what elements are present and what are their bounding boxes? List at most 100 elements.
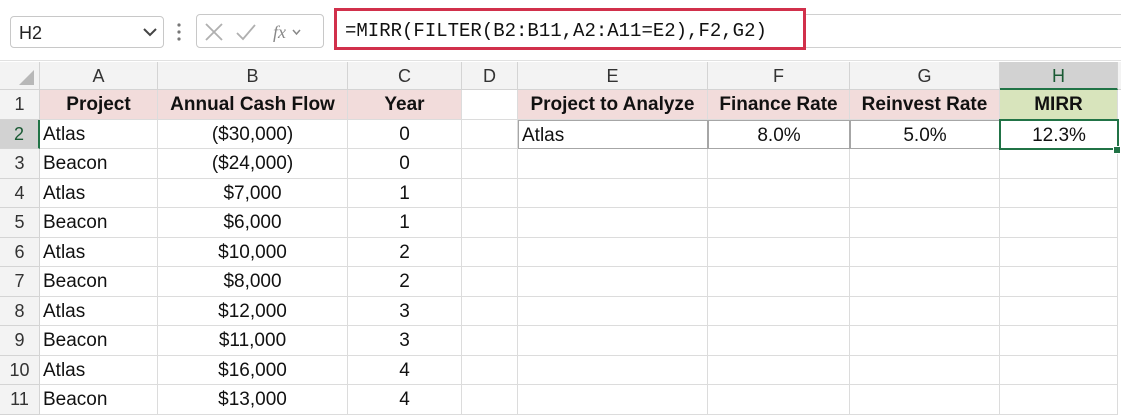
column-header-d[interactable]: D [462,62,518,90]
cell-h11[interactable] [1000,385,1118,415]
cell-a2[interactable]: Atlas [40,119,158,149]
fill-handle[interactable] [1113,146,1121,154]
cell-h6[interactable] [1000,237,1118,267]
cell-b10[interactable]: $16,000 [158,355,348,385]
cell-a8[interactable]: Atlas [40,296,158,326]
cell-a7[interactable]: Beacon [40,267,158,297]
cell-e4[interactable] [518,178,708,208]
cell-f4[interactable] [708,178,850,208]
cell-b6[interactable]: $10,000 [158,237,348,267]
insert-function-icon[interactable]: fx [271,22,301,42]
cell-b3[interactable]: ($24,000) [158,149,348,179]
cell-g9[interactable] [850,326,1000,356]
cell-c8[interactable]: 3 [348,296,462,326]
cell-c7[interactable]: 2 [348,267,462,297]
row-header-9[interactable]: 9 [0,326,40,356]
cell-d5[interactable] [462,208,518,238]
cell-b11[interactable]: $13,000 [158,385,348,415]
cell-h9[interactable] [1000,326,1118,356]
cell-f9[interactable] [708,326,850,356]
cell-c2[interactable]: 0 [348,119,462,149]
cell-d6[interactable] [462,237,518,267]
cell-g4[interactable] [850,178,1000,208]
cell-g2[interactable]: 5.0% [850,119,1000,149]
row-header-3[interactable]: 3 [0,149,40,179]
cell-h5[interactable] [1000,208,1118,238]
cell-b2[interactable]: ($30,000) [158,119,348,149]
cell-a9[interactable]: Beacon [40,326,158,356]
cell-e9[interactable] [518,326,708,356]
cell-e10[interactable] [518,355,708,385]
select-all-corner[interactable] [0,62,40,90]
cell-a5[interactable]: Beacon [40,208,158,238]
cell-h7[interactable] [1000,267,1118,297]
row-header-4[interactable]: 4 [0,178,40,208]
formula-input[interactable]: =MIRR(FILTER(B2:B11,A2:A11=E2),F2,G2) [334,8,806,50]
cell-e7[interactable] [518,267,708,297]
row-header-10[interactable]: 10 [0,355,40,385]
cell-g8[interactable] [850,296,1000,326]
cell-h3[interactable] [1000,149,1118,179]
cell-a10[interactable]: Atlas [40,355,158,385]
chevron-down-icon[interactable] [141,22,159,42]
row-header-8[interactable]: 8 [0,296,40,326]
cell-d2[interactable] [462,119,518,149]
cell-d9[interactable] [462,326,518,356]
cell-b1[interactable]: Annual Cash Flow [158,90,348,120]
cell-d8[interactable] [462,296,518,326]
column-header-a[interactable]: A [40,62,158,90]
column-header-g[interactable]: G [850,62,1000,90]
cell-f11[interactable] [708,385,850,415]
row-header-11[interactable]: 11 [0,385,40,415]
cell-g3[interactable] [850,149,1000,179]
cell-e3[interactable] [518,149,708,179]
column-header-f[interactable]: F [708,62,850,90]
cell-b5[interactable]: $6,000 [158,208,348,238]
cell-d3[interactable] [462,149,518,179]
cell-g7[interactable] [850,267,1000,297]
cell-b7[interactable]: $8,000 [158,267,348,297]
enter-check-icon[interactable] [235,22,257,42]
cell-f7[interactable] [708,267,850,297]
cell-e5[interactable] [518,208,708,238]
cell-c11[interactable]: 4 [348,385,462,415]
cell-c6[interactable]: 2 [348,237,462,267]
cell-c3[interactable]: 0 [348,149,462,179]
cell-f8[interactable] [708,296,850,326]
cell-g1[interactable]: Reinvest Rate [850,90,1000,120]
name-box[interactable]: H2 [10,16,164,48]
row-header-1[interactable]: 1 [0,90,40,120]
cell-h1[interactable]: MIRR [1000,90,1118,120]
cell-d11[interactable] [462,385,518,415]
row-header-6[interactable]: 6 [0,237,40,267]
cell-c10[interactable]: 4 [348,355,462,385]
cell-c9[interactable]: 3 [348,326,462,356]
column-header-e[interactable]: E [518,62,708,90]
cell-b8[interactable]: $12,000 [158,296,348,326]
cell-g5[interactable] [850,208,1000,238]
row-header-5[interactable]: 5 [0,208,40,238]
cell-c5[interactable]: 1 [348,208,462,238]
cell-d7[interactable] [462,267,518,297]
cell-c1[interactable]: Year [348,90,462,120]
cell-a1[interactable]: Project [40,90,158,120]
cell-e8[interactable] [518,296,708,326]
cell-f6[interactable] [708,237,850,267]
more-options-icon[interactable] [176,20,182,44]
cell-b4[interactable]: $7,000 [158,178,348,208]
cell-a4[interactable]: Atlas [40,178,158,208]
cell-e6[interactable] [518,237,708,267]
cell-g10[interactable] [850,355,1000,385]
cell-f10[interactable] [708,355,850,385]
cell-g6[interactable] [850,237,1000,267]
cell-f1[interactable]: Finance Rate [708,90,850,120]
cancel-icon[interactable] [203,22,225,42]
cell-h8[interactable] [1000,296,1118,326]
cell-h4[interactable] [1000,178,1118,208]
cell-f5[interactable] [708,208,850,238]
formula-input-area[interactable] [806,14,1121,48]
column-header-h[interactable]: H [1000,62,1118,90]
cell-a11[interactable]: Beacon [40,385,158,415]
cell-d1[interactable] [462,90,518,120]
cell-a6[interactable]: Atlas [40,237,158,267]
